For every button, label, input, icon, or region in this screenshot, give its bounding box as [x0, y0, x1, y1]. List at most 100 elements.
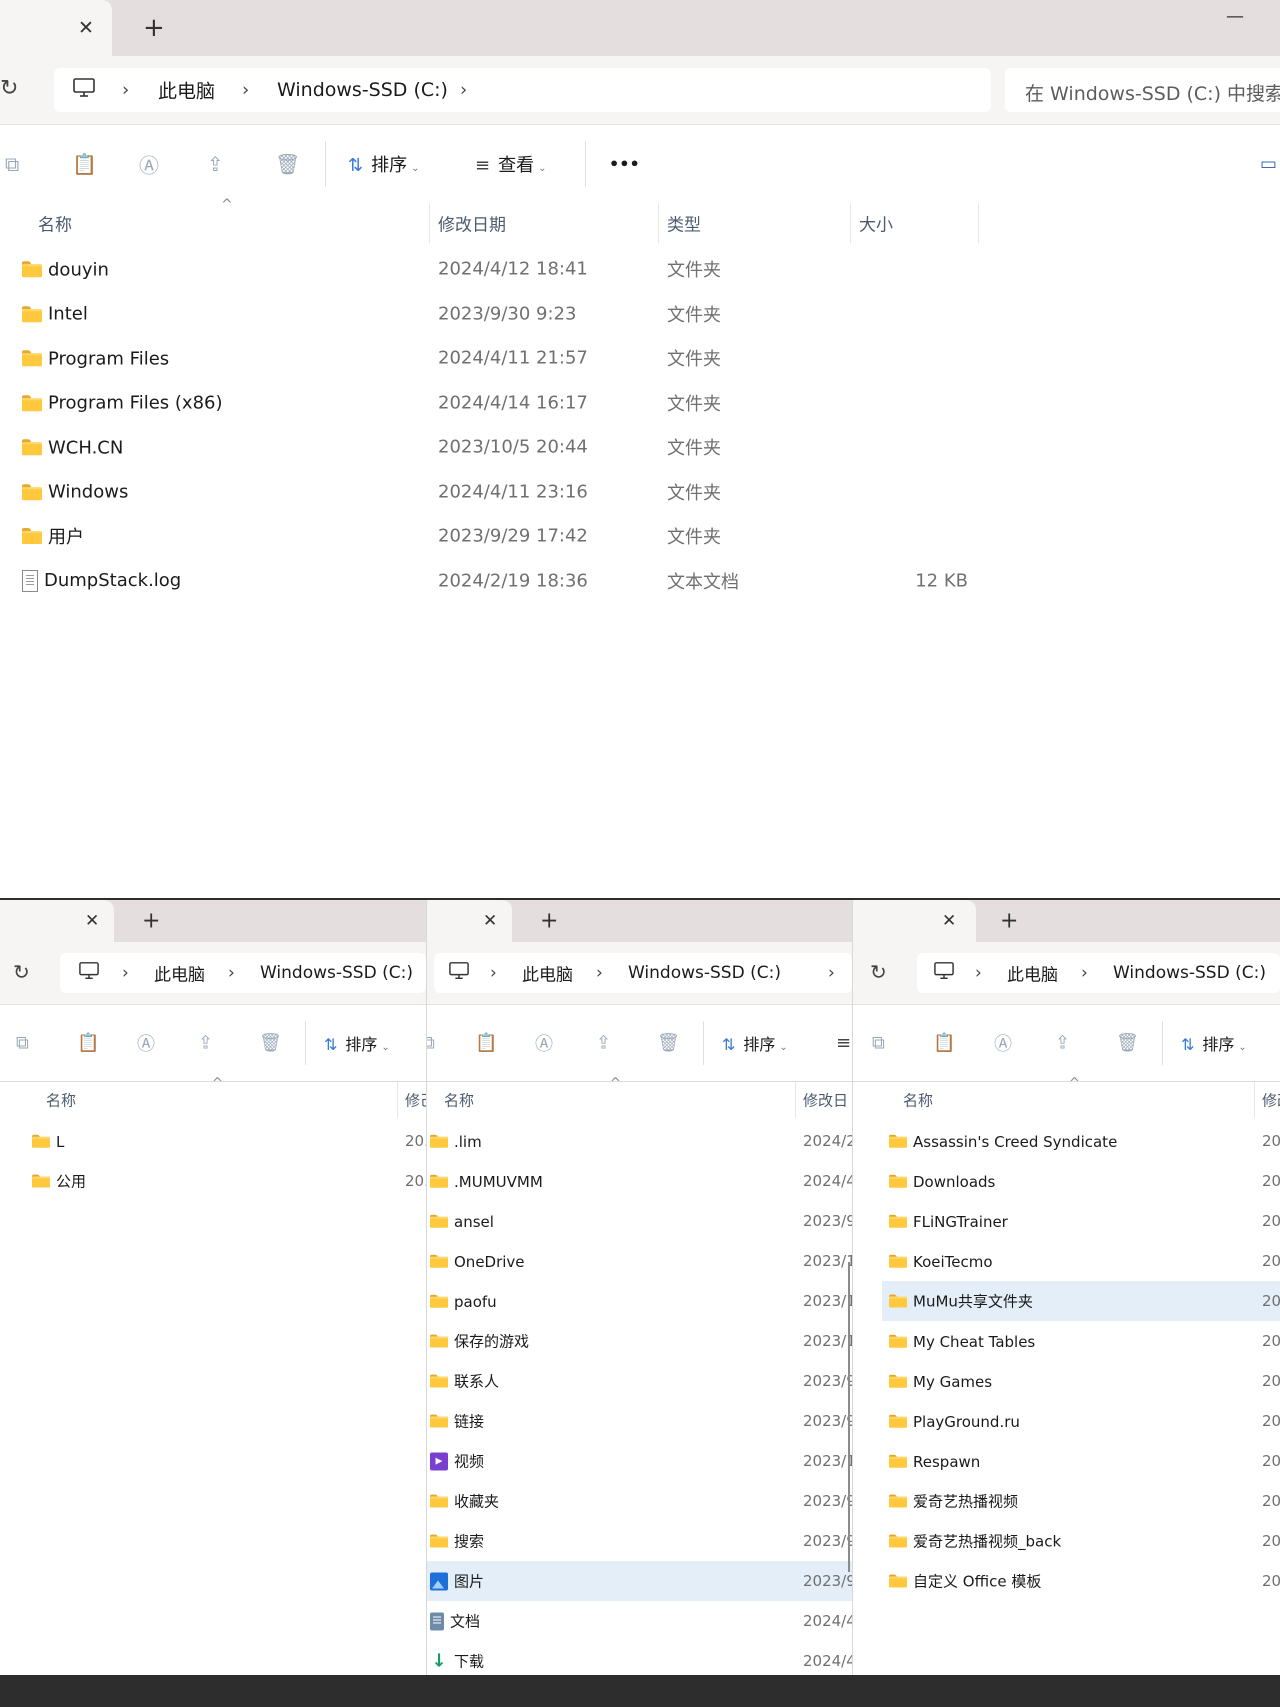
close-icon[interactable]: ✕	[85, 911, 99, 931]
new-tab-button[interactable]: +	[142, 909, 160, 934]
list-item[interactable]: .MUMUVMM 2024/4	[426, 1161, 852, 1201]
list-item[interactable]: ▶ 视频 2023/1	[426, 1441, 852, 1481]
vertical-scrollbar[interactable]	[848, 1262, 850, 1572]
paste-icon[interactable]: 📋	[72, 152, 97, 176]
list-item[interactable]: DumpStack.log 2024/2/19 18:36 文本文档 12 KB	[0, 559, 1280, 604]
sort-button[interactable]: ⇅ 排序 ⌄	[348, 151, 419, 177]
tab-current[interactable]: ✕	[426, 900, 512, 942]
list-item[interactable]: L 20.	[0, 1121, 426, 1161]
search-input[interactable]: 在 Windows-SSD (C:) 中搜索	[1005, 68, 1280, 112]
this-pc-icon[interactable]	[72, 77, 96, 103]
chevron-right-icon[interactable]: ›	[122, 80, 129, 101]
list-item[interactable]: paofu 2023/1	[426, 1281, 852, 1321]
new-tab-button[interactable]: +	[143, 13, 165, 43]
paste-icon[interactable]: 📋	[77, 1033, 99, 1054]
list-item[interactable]: 文档 2024/4	[426, 1601, 852, 1641]
copy-icon[interactable]: ⧉	[5, 152, 19, 176]
delete-icon[interactable]: 🗑	[275, 152, 300, 176]
tab-current[interactable]: ✕	[0, 900, 114, 942]
tab-current[interactable]: ✕	[0, 0, 112, 56]
column-name[interactable]: 名称	[903, 1090, 933, 1111]
close-icon[interactable]: ✕	[483, 911, 497, 931]
paste-icon[interactable]: 📋	[933, 1033, 955, 1054]
delete-icon[interactable]: 🗑	[259, 1033, 282, 1054]
chevron-right-icon[interactable]: ›	[828, 963, 835, 983]
breadcrumb-this-pc[interactable]: 此电脑	[522, 961, 573, 986]
share-icon[interactable]: ⇪	[207, 152, 224, 176]
list-item[interactable]: OneDrive 2023/1	[426, 1241, 852, 1281]
list-item[interactable]: 自定义 Office 模板 20	[852, 1561, 1280, 1601]
view-icon[interactable]: ≡	[836, 1033, 851, 1054]
chevron-right-icon[interactable]: ›	[460, 80, 467, 101]
list-item[interactable]: douyin 2024/4/12 18:41 文件夹	[0, 247, 1280, 292]
address-bar[interactable]: › 此电脑 › Windows-SSD (C:)	[60, 953, 426, 993]
rename-icon[interactable]: Ⓐ	[137, 1030, 155, 1056]
column-size[interactable]: 大小	[859, 211, 893, 236]
list-item[interactable]: MuMu共享文件夹 20	[882, 1281, 1280, 1321]
column-modified[interactable]: 修己	[405, 1090, 426, 1111]
paste-icon[interactable]: 📋	[475, 1033, 497, 1054]
address-bar[interactable]: › 此电脑 › Windows-SSD (C:)	[917, 953, 1280, 993]
chevron-right-icon[interactable]: ›	[228, 963, 235, 983]
column-type[interactable]: 类型	[667, 211, 701, 236]
list-item[interactable]: 保存的游戏 2023/1	[426, 1321, 852, 1361]
column-name[interactable]: 名称	[46, 1090, 76, 1111]
refresh-icon[interactable]: ↻	[0, 76, 18, 101]
list-item[interactable]: Downloads 20	[852, 1161, 1280, 1201]
list-item[interactable]: 公用 20.	[0, 1161, 426, 1201]
list-item[interactable]: ↓ 下载 2024/4	[426, 1641, 852, 1675]
column-divider[interactable]	[397, 1082, 398, 1118]
share-icon[interactable]: ⇪	[1055, 1033, 1070, 1054]
this-pc-icon[interactable]	[933, 961, 955, 985]
list-item[interactable]: Program Files 2024/4/11 21:57 文件夹	[0, 336, 1280, 381]
copy-icon[interactable]: ⧉	[16, 1033, 29, 1054]
list-item[interactable]: ansel 2023/9	[426, 1201, 852, 1241]
column-name[interactable]: 名称	[444, 1090, 474, 1111]
list-item[interactable]: My Cheat Tables 20	[852, 1321, 1280, 1361]
breadcrumb-this-pc[interactable]: 此电脑	[154, 961, 205, 986]
column-divider[interactable]	[850, 203, 851, 243]
refresh-icon[interactable]: ↻	[870, 960, 887, 984]
chevron-right-icon[interactable]: ›	[596, 963, 603, 983]
details-pane-icon[interactable]: ▭	[1260, 154, 1277, 175]
new-tab-button[interactable]: +	[1000, 909, 1018, 934]
list-item[interactable]: 爱奇艺热播视频_back 20	[852, 1521, 1280, 1561]
delete-icon[interactable]: 🗑	[657, 1033, 680, 1054]
delete-icon[interactable]: 🗑	[1116, 1033, 1139, 1054]
list-item[interactable]: My Games 20	[852, 1361, 1280, 1401]
column-modified[interactable]: 修改日期	[438, 211, 506, 236]
list-item[interactable]: FLiNGTrainer 20	[852, 1201, 1280, 1241]
list-item[interactable]: PlayGround.ru 20	[852, 1401, 1280, 1441]
sort-button[interactable]: ⇅ 排序 ⌄	[324, 1031, 390, 1055]
this-pc-icon[interactable]	[448, 961, 470, 985]
chevron-right-icon[interactable]: ›	[1081, 963, 1088, 983]
list-item[interactable]: 爱奇艺热播视频 20	[852, 1481, 1280, 1521]
list-item[interactable]: Program Files (x86) 2024/4/14 16:17 文件夹	[0, 381, 1280, 426]
minimize-button[interactable]: —	[1226, 6, 1244, 27]
chevron-right-icon[interactable]: ›	[242, 80, 249, 101]
column-divider[interactable]	[1254, 1082, 1255, 1118]
column-name[interactable]: 名称	[38, 211, 72, 236]
list-item[interactable]: 用户 2023/9/29 17:42 文件夹	[0, 514, 1280, 559]
address-bar[interactable]: › 此电脑 › Windows-SSD (C:) ›	[54, 68, 991, 112]
rename-icon[interactable]: Ⓐ	[139, 150, 159, 179]
breadcrumb-this-pc[interactable]: 此电脑	[158, 77, 215, 104]
tab-current[interactable]: ✕	[852, 900, 976, 942]
chevron-right-icon[interactable]: ›	[490, 963, 497, 983]
list-item[interactable]: 联系人 2023/9	[426, 1361, 852, 1401]
close-icon[interactable]: ✕	[78, 17, 94, 39]
list-item[interactable]: 收藏夹 2023/9	[426, 1481, 852, 1521]
chevron-right-icon[interactable]: ›	[975, 963, 982, 983]
list-item[interactable]: .lim 2024/2	[426, 1121, 852, 1161]
breadcrumb-drive-c[interactable]: Windows-SSD (C:)	[277, 79, 448, 101]
address-bar[interactable]: › 此电脑 › Windows-SSD (C:) ›	[434, 953, 852, 993]
list-item[interactable]: 链接 2023/9	[426, 1401, 852, 1441]
breadcrumb-drive-c[interactable]: Windows-SSD (C:)	[628, 963, 781, 983]
list-item[interactable]: WCH.CN 2023/10/5 20:44 文件夹	[0, 425, 1280, 470]
list-item[interactable]: 图片 2023/9	[426, 1561, 852, 1601]
more-options-button[interactable]: •••	[609, 155, 640, 174]
list-item[interactable]: KoeiTecmo 20	[852, 1241, 1280, 1281]
close-icon[interactable]: ✕	[942, 911, 956, 931]
share-icon[interactable]: ⇪	[198, 1033, 213, 1054]
chevron-right-icon[interactable]: ›	[122, 963, 129, 983]
